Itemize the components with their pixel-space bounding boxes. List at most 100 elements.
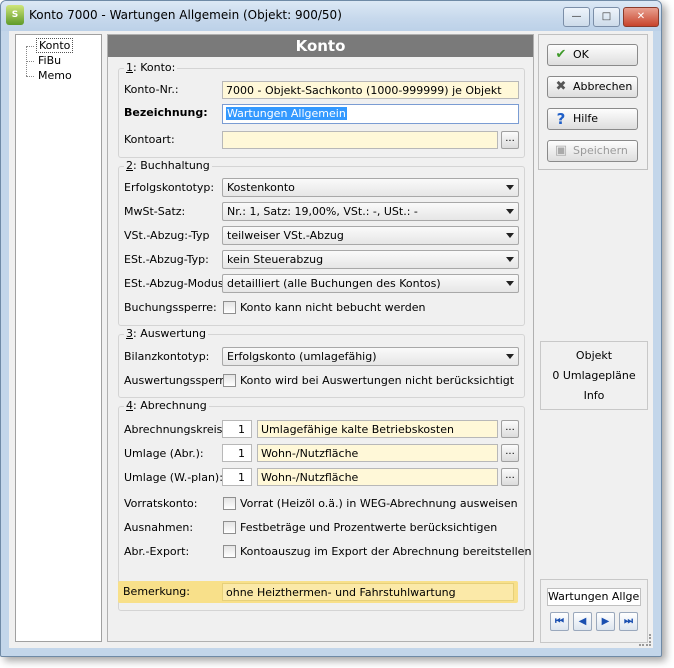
chevron-down-icon: [506, 233, 514, 238]
group-title: 1: Konto:: [124, 61, 178, 74]
cancel-button[interactable]: ✖ Abbrechen: [547, 76, 638, 98]
minimize-button[interactable]: —: [563, 7, 590, 27]
app-logo-icon: S: [6, 5, 24, 25]
chevron-down-icon: [506, 354, 514, 359]
est-abzug-modus-select[interactable]: detailliert (alle Buchungen des Kontos): [222, 274, 519, 293]
last-record-button[interactable]: ⏭: [619, 612, 638, 631]
kontoart-label: Kontoart:: [124, 133, 175, 146]
vst-abzug-typ-select[interactable]: teilweiser VSt.-Abzug: [222, 226, 519, 245]
resize-grip[interactable]: [639, 634, 651, 646]
abr-export-checkbox[interactable]: [223, 545, 236, 558]
mwst-satz-select[interactable]: Nr.: 1, Satz: 19,00%, VSt.: -, USt.: -: [222, 202, 519, 221]
group-auswertung: 3: Auswertung Bilanzkontotyp: Erfolgskon…: [118, 327, 525, 398]
button-label: OK: [573, 48, 589, 61]
tree-item-label: Memo: [38, 69, 72, 82]
abrechnungskreis-lookup-button[interactable]: ...: [501, 420, 519, 438]
abrechnungskreis-label: Abrechnungskreis:: [124, 423, 227, 436]
umlage-wplan-field: Wohn-/Nutzfläche: [257, 468, 498, 486]
abrechnungskreis-number[interactable]: 1: [222, 420, 252, 438]
floppy-disk-icon: ▣: [554, 143, 568, 158]
checkmark-icon: ✔: [555, 47, 567, 62]
abrechnungskreis-field: Umlagefähige kalte Betriebskosten: [257, 420, 498, 438]
select-value: kein Steuerabzug: [227, 253, 324, 266]
konto-panel: Konto 1: Konto: Konto-Nr.: 7000 - Objekt…: [107, 34, 534, 642]
est-abzug-typ-label: ESt.-Abzug-Typ:: [124, 253, 209, 266]
title-bar[interactable]: S Konto 7000 - Wartungen Allgemein (Obje…: [1, 1, 661, 31]
navigation-tree: Konto FiBu Memo: [15, 34, 102, 642]
tree-item-label: FiBu: [38, 54, 62, 67]
umlage-wplan-number[interactable]: 1: [222, 468, 252, 486]
umlage-wplan-lookup-button[interactable]: ...: [501, 468, 519, 486]
bemerkung-row: Bemerkung: ohne Heizthermen- und Fahrstu…: [118, 581, 518, 603]
buchungssperre-label: Buchungssperre:: [124, 301, 217, 314]
est-abzug-modus-label: ESt.-Abzug-Modus:: [124, 277, 228, 290]
kontoart-field[interactable]: [222, 131, 498, 149]
chevron-down-icon: [506, 257, 514, 262]
ausnahmen-checkbox[interactable]: [223, 521, 236, 534]
vst-abzug-typ-label: VSt.-Abzug:-Typ: [124, 229, 210, 242]
info-box: Objekt 0 Umlagepläne Info: [540, 341, 648, 410]
umlage-abr-number[interactable]: 1: [222, 444, 252, 462]
tree-item-konto[interactable]: Konto: [16, 38, 101, 76]
select-value: Erfolgskonto (umlagefähig): [227, 350, 377, 363]
umlage-abr-field: Wohn-/Nutzfläche: [257, 444, 498, 462]
action-button-bar: ✔ OK ✖ Abbrechen ? Hilfe ▣ Speichern: [538, 34, 648, 170]
dialog-client-area: Konto FiBu Memo Konto 1: Konto: Konto-Nr…: [9, 31, 653, 648]
auswertungssperre-checkbox[interactable]: [223, 374, 236, 387]
info-objekt-link[interactable]: Objekt: [541, 346, 647, 366]
info-umlageplaene-link[interactable]: 0 Umlagepläne: [541, 366, 647, 386]
select-value: detailliert (alle Buchungen des Kontos): [227, 277, 441, 290]
vorratskonto-checkbox[interactable]: [223, 497, 236, 510]
tree-item-fibu[interactable]: FiBu: [16, 54, 101, 69]
abr-export-label: Abr.-Export:: [124, 545, 190, 558]
cross-icon: ✖: [555, 79, 567, 94]
previous-record-button[interactable]: ◀: [573, 612, 592, 631]
group-title: 2: Buchhaltung: [124, 159, 212, 172]
vorratskonto-label: Vorratskonto:: [124, 497, 198, 510]
umlage-abr-label: Umlage (Abr.):: [124, 447, 204, 460]
chevron-down-icon: [506, 281, 514, 286]
ok-button[interactable]: ✔ OK: [547, 44, 638, 66]
bezeichnung-label: Bezeichnung:: [124, 106, 208, 119]
abr-export-text: Kontoauszug im Export der Abrechnung ber…: [240, 545, 532, 558]
help-question-icon: ?: [556, 110, 566, 128]
ausnahmen-text: Festbeträge und Prozentwerte berücksicht…: [240, 521, 498, 534]
button-label: Abbrechen: [573, 80, 633, 93]
select-value: teilweiser VSt.-Abzug: [227, 229, 344, 242]
close-button[interactable]: ✕: [623, 7, 659, 27]
info-link[interactable]: Info: [541, 386, 647, 406]
erfolgskontotyp-label: Erfolgskontotyp:: [124, 181, 215, 194]
buchungssperre-checkbox[interactable]: [223, 301, 236, 314]
auswertungssperre-label: Auswertungssperre:: [124, 374, 235, 387]
vorratskonto-text: Vorrat (Heizöl o.ä.) in WEG-Abrechnung a…: [240, 497, 518, 510]
dialog-window: S Konto 7000 - Wartungen Allgemein (Obje…: [0, 0, 662, 657]
chevron-down-icon: [506, 185, 514, 190]
group-title: 4: Abrechnung: [124, 399, 209, 412]
save-button[interactable]: ▣ Speichern: [547, 140, 638, 162]
maximize-button[interactable]: □: [593, 7, 620, 27]
kontoart-lookup-button[interactable]: ...: [501, 131, 519, 149]
bilanzkontotyp-label: Bilanzkontotyp:: [124, 350, 210, 363]
current-record-label: Wartungen Allgem: [547, 588, 641, 606]
erfolgskontotyp-select[interactable]: Kostenkonto: [222, 178, 519, 197]
group-buchhaltung: 2: Buchhaltung Erfolgskontotyp: Kostenko…: [118, 159, 525, 326]
konto-nr-field: 7000 - Objekt-Sachkonto (1000-999999) je…: [222, 81, 519, 99]
konto-nr-label: Konto-Nr.:: [124, 83, 179, 96]
select-value: Kostenkonto: [227, 181, 295, 194]
bemerkung-input[interactable]: ohne Heizthermen- und Fahrstuhlwartung: [222, 583, 514, 601]
select-value: Nr.: 1, Satz: 19,00%, VSt.: -, USt.: -: [227, 205, 418, 218]
chevron-down-icon: [506, 209, 514, 214]
group-konto: 1: Konto: Konto-Nr.: 7000 - Objekt-Sachk…: [118, 61, 525, 158]
help-button[interactable]: ? Hilfe: [547, 108, 638, 130]
mwst-satz-label: MwSt-Satz:: [124, 205, 186, 218]
tree-item-memo[interactable]: Memo: [16, 69, 101, 84]
panel-title: Konto: [108, 35, 533, 57]
bezeichnung-value: Wartungen Allgemein: [226, 107, 347, 120]
next-record-button[interactable]: ▶: [596, 612, 615, 631]
umlage-abr-lookup-button[interactable]: ...: [501, 444, 519, 462]
bilanzkontotyp-select[interactable]: Erfolgskonto (umlagefähig): [222, 347, 519, 366]
est-abzug-typ-select[interactable]: kein Steuerabzug: [222, 250, 519, 269]
first-record-button[interactable]: ⏮: [550, 612, 569, 631]
group-title: 3: Auswertung: [124, 327, 208, 340]
bezeichnung-input[interactable]: Wartungen Allgemein: [222, 104, 519, 124]
